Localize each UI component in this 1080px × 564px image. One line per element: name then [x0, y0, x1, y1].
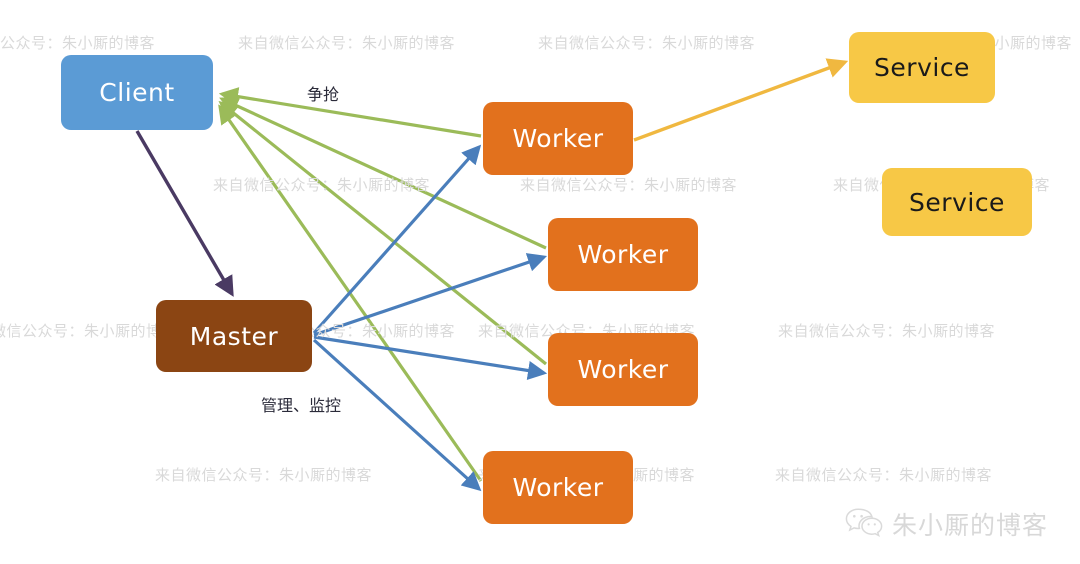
edge-label-manage: 管理、监控: [261, 396, 342, 415]
watermark-text: 来自微信公众号：朱小厮的博客: [775, 466, 993, 484]
node-worker3[interactable]: Worker: [548, 333, 698, 406]
node-label-service2: Service: [909, 187, 1005, 217]
node-master[interactable]: Master: [156, 300, 312, 372]
node-client[interactable]: Client: [61, 55, 213, 130]
edge-worker1-to-service1: [633, 58, 849, 142]
watermark-text: 来自微信公众号：朱小厮的博客: [778, 322, 996, 340]
edge-worker4-to-client: [218, 104, 483, 482]
node-label-worker4: Worker: [512, 473, 604, 502]
wechat-icon: [845, 507, 883, 542]
brand-text: 朱小厮的博客: [891, 511, 1048, 540]
watermark-text: 来自微信公众号：朱小厮的博客: [0, 34, 156, 52]
node-label-client: Client: [99, 78, 175, 107]
watermark-text: 来自微信公众号：朱小厮的博客: [238, 34, 456, 52]
node-label-worker2: Worker: [577, 240, 669, 269]
node-label-worker1: Worker: [512, 124, 604, 153]
edge-master-to-worker3: [313, 335, 548, 381]
node-worker4[interactable]: Worker: [483, 451, 633, 524]
node-label-service1: Service: [874, 53, 970, 82]
node-label-master: Master: [189, 321, 279, 351]
watermark-text: 来自微信公众号：朱小厮的博客: [155, 466, 373, 484]
edge-label-contend: 争抢: [307, 85, 340, 104]
edge-client-to-master: [135, 130, 234, 297]
brand-watermark: 朱小厮的博客: [845, 506, 1048, 542]
node-service1[interactable]: Service: [849, 32, 995, 103]
watermark-text: 来自微信公众号：朱小厮的博客: [520, 176, 738, 194]
edge-worker1-to-client: [218, 87, 482, 138]
edge-master-to-worker2: [313, 253, 548, 337]
node-worker1[interactable]: Worker: [483, 102, 633, 175]
diagram-canvas: 来自微信公众号：朱小厮的博客来自微信公众号：朱小厮的博客来自微信公众号：朱小厮的…: [0, 0, 1080, 564]
node-worker2[interactable]: Worker: [548, 218, 698, 291]
watermark-text: 来自微信公众号：朱小厮的博客: [538, 34, 756, 52]
watermark-text: 来自微信公众号：朱小厮的博客: [0, 322, 178, 340]
node-label-worker3: Worker: [577, 355, 669, 384]
watermark-text: 来自微信公众号：朱小厮的博客: [213, 176, 431, 194]
node-service2[interactable]: Service: [882, 168, 1032, 236]
edge-master-to-worker1: [312, 144, 482, 335]
